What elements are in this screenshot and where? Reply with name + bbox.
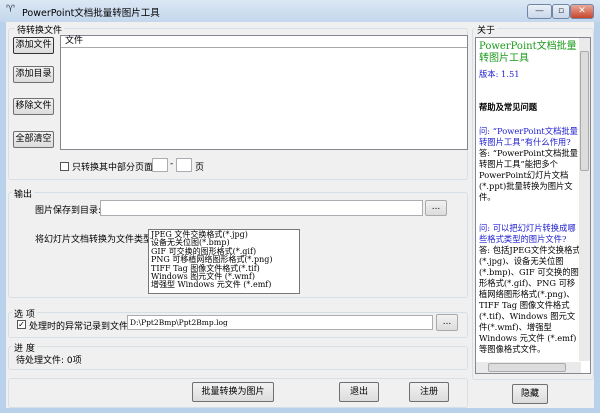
files-group-label: 待转换文件: [15, 23, 65, 36]
horizontal-scrollbar[interactable]: [476, 362, 581, 373]
close-button[interactable]: ✕: [570, 4, 594, 19]
about-app-name: PowerPoint文档批量转图片工具: [479, 41, 577, 64]
partial-pages-label: 只转换其中部分页面:: [72, 163, 157, 173]
about-text-box[interactable]: PowerPoint文档批量转图片工具 版本: 1.51 帮助及常见问题 问: …: [475, 37, 591, 374]
hide-button[interactable]: 隐藏: [512, 384, 548, 404]
exit-button[interactable]: 退出: [339, 382, 379, 402]
log-path-browse-button[interactable]: ...: [436, 314, 458, 331]
about-group-label: 关于: [475, 23, 498, 36]
save-dir-label: 图片保存到目录:: [35, 206, 102, 216]
remove-file-button[interactable]: 移除文件: [13, 98, 54, 115]
vertical-scroll-thumb[interactable]: [580, 51, 589, 171]
progress-status: 待处理文件: 0项: [16, 356, 82, 366]
add-file-button[interactable]: 添加文件: [13, 37, 54, 54]
horizontal-scroll-thumb[interactable]: [488, 363, 566, 372]
help-title: 帮助及常见问题: [479, 102, 538, 112]
save-dir-browse-button[interactable]: ...: [425, 200, 447, 216]
page-suffix: 页: [195, 163, 205, 173]
log-errors-label: 处理时的异常记录到文件:: [29, 322, 132, 332]
window-title: PowerPoint文档批量转图片工具: [22, 8, 160, 19]
log-errors-checkbox[interactable]: ✓: [17, 320, 26, 329]
faq-answer-2: 答: 包括JPEG文件交换格式(*.jpg)、设备无关位图(*.bmp)、GIF…: [479, 245, 581, 354]
file-type-list[interactable]: JPEG 文件交换格式(*.jpg) 设备无关位图(*.bmp) GIF 可交换…: [148, 229, 300, 294]
partial-pages-checkbox[interactable]: [60, 162, 69, 171]
clear-all-button[interactable]: 全部清空: [13, 131, 54, 148]
faq-answer-1: 答: “PowerPoint文档批量转图片工具”能把多个PowerPoint幻灯…: [479, 148, 578, 202]
vertical-scrollbar[interactable]: [579, 38, 590, 361]
register-button[interactable]: 注册: [409, 382, 449, 402]
output-group-label: 输出: [12, 187, 35, 200]
save-dir-input[interactable]: [100, 200, 423, 216]
page-dash: -: [170, 159, 174, 169]
batch-convert-button[interactable]: 批量转换为图片: [192, 382, 274, 402]
faq-question-2: 问: 可以把幻灯片转换成哪些格式类型的图片文件?: [479, 223, 576, 244]
page-from-input[interactable]: [152, 158, 168, 172]
column-header-file[interactable]: 文件: [61, 36, 467, 48]
file-type-option[interactable]: 增强型 Windows 元文件 (*.emf): [151, 281, 297, 290]
app-icon: ♈: [6, 4, 15, 15]
faq-question-1: 问: “PowerPoint文档批量转图片工具”有什么作用?: [479, 126, 578, 147]
about-version: 版本: 1.51: [479, 69, 520, 79]
maximize-button[interactable]: ▫: [552, 4, 570, 19]
minimize-button[interactable]: —: [527, 4, 552, 19]
file-list[interactable]: 文件: [60, 35, 468, 150]
page-to-input[interactable]: [176, 158, 192, 172]
add-folder-button[interactable]: 添加目录: [13, 66, 54, 83]
file-type-label: 将幻灯片文档转换为文件类型:: [35, 235, 156, 245]
log-path-input[interactable]: D:\Ppt2Bmp\Ppt2Bmp.log: [127, 315, 433, 330]
